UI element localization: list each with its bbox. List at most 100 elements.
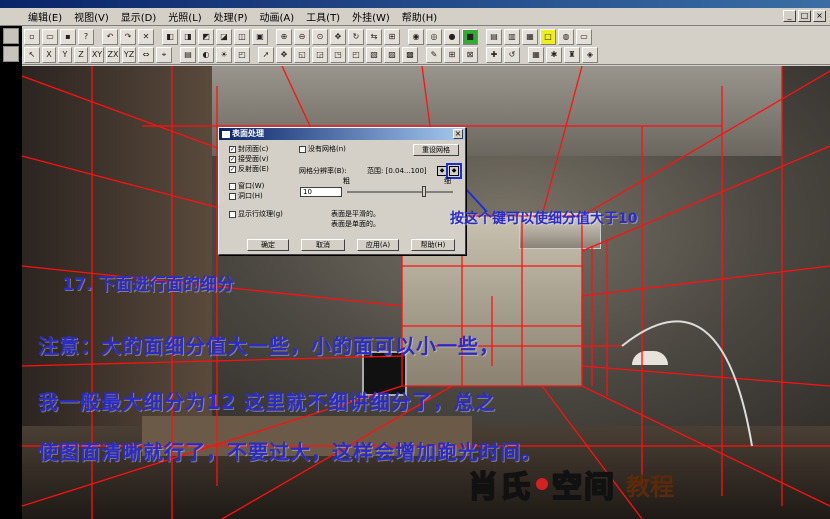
menu-help[interactable]: 帮助(H): [396, 9, 443, 24]
zoom-in-icon[interactable]: ⊕: [276, 28, 292, 45]
hole-option[interactable]: 洞口(H): [229, 191, 263, 201]
checkbox[interactable]: [299, 145, 306, 153]
cube-view4-icon[interactable]: ◪: [216, 28, 232, 45]
axis-z-button[interactable]: Z: [74, 47, 88, 63]
surface3-icon[interactable]: ◳: [330, 47, 346, 63]
menu-animation[interactable]: 动画(A): [254, 9, 301, 24]
undo-icon[interactable]: ↶: [102, 28, 118, 45]
save-icon[interactable]: ▪: [60, 28, 76, 45]
measure-icon[interactable]: ⊠: [462, 47, 478, 63]
surface-icon[interactable]: ◱: [294, 47, 310, 63]
mesh-slider-track[interactable]: [347, 191, 453, 193]
move-icon[interactable]: ✥: [276, 47, 292, 63]
menu-edit[interactable]: 编辑(E): [22, 9, 68, 24]
spin-up-button[interactable]: ◆: [446, 163, 462, 179]
rotate-icon[interactable]: ↺: [504, 47, 520, 63]
cube-view5-icon[interactable]: ◫: [234, 28, 250, 45]
check-icon[interactable]: ✓: [229, 155, 236, 163]
apply-button[interactable]: 应用(A): [357, 239, 399, 251]
cube-view2-icon[interactable]: ◨: [180, 28, 196, 45]
orbit-icon[interactable]: ↻: [348, 28, 364, 45]
subdivide-icon[interactable]: ⊞: [444, 47, 460, 63]
shade2-icon[interactable]: ▥: [504, 28, 520, 45]
open-file-icon[interactable]: ▭: [42, 28, 58, 45]
layer-icon[interactable]: ▤: [180, 47, 196, 63]
zoom-window-icon[interactable]: ⊙: [312, 28, 328, 45]
surface7-icon[interactable]: ▩: [402, 47, 418, 63]
tool-c-icon[interactable]: ♜: [564, 47, 580, 63]
texture-option[interactable]: 显示行纹理(g): [229, 209, 283, 219]
redo-icon[interactable]: ↷: [120, 28, 136, 45]
globe-icon[interactable]: ◍: [558, 28, 574, 45]
tool-a-icon[interactable]: ▦: [528, 47, 544, 63]
pan-icon[interactable]: ✥: [330, 28, 346, 45]
spin-down-button[interactable]: ◆: [437, 166, 447, 176]
delete-icon[interactable]: ✕: [138, 28, 154, 45]
green-cube-icon[interactable]: ■: [462, 28, 478, 45]
checkbox[interactable]: [229, 182, 236, 190]
reset-mesh-button[interactable]: 重设网格: [413, 144, 459, 156]
window-option[interactable]: 窗口(W): [229, 181, 264, 191]
axis-y-button[interactable]: Y: [58, 47, 72, 63]
menu-process[interactable]: 处理(P): [208, 9, 254, 24]
plane-yz-button[interactable]: YZ: [122, 47, 136, 63]
cube-view6-icon[interactable]: ▣: [252, 28, 268, 45]
render-icon[interactable]: ◉: [408, 28, 424, 45]
menu-plugins[interactable]: 外挂(W): [346, 9, 396, 24]
menu-tools[interactable]: 工具(T): [300, 9, 346, 24]
plane-xy-button[interactable]: XY: [90, 47, 104, 63]
help-button[interactable]: 帮助(H): [411, 239, 455, 251]
menu-display[interactable]: 显示(D): [115, 9, 163, 24]
left-tool-icon[interactable]: [3, 46, 19, 62]
help-icon[interactable]: ?: [78, 28, 94, 45]
snap-icon[interactable]: ⌖: [156, 47, 172, 63]
light-icon[interactable]: ☀: [216, 47, 232, 63]
mesh-slider-thumb[interactable]: [422, 186, 426, 197]
walk-icon[interactable]: ⇆: [366, 28, 382, 45]
mesh-value-input[interactable]: 10: [300, 187, 342, 197]
axis-x-button[interactable]: X: [42, 47, 56, 63]
shade-icon[interactable]: ▤: [486, 28, 502, 45]
camera-icon[interactable]: ◰: [234, 47, 250, 63]
check-icon[interactable]: ✓: [229, 165, 236, 173]
plane-zx-button[interactable]: ZX: [106, 47, 120, 63]
surface6-icon[interactable]: ▨: [384, 47, 400, 63]
tool-d-icon[interactable]: ◈: [582, 47, 598, 63]
cube-view-icon[interactable]: ◧: [162, 28, 178, 45]
mirror-icon[interactable]: ⇔: [138, 47, 154, 63]
menu-lighting[interactable]: 光照(L): [162, 9, 207, 24]
no-mesh-option[interactable]: 没有网格(n): [299, 144, 346, 154]
yellow-square-icon[interactable]: □: [540, 28, 556, 45]
receive-surface-option[interactable]: ✓ 接受面(v): [229, 154, 269, 164]
dialog-close-button[interactable]: ×: [453, 129, 463, 139]
material-icon[interactable]: ◐: [198, 47, 214, 63]
menu-view[interactable]: 视图(V): [68, 9, 115, 24]
minimize-button[interactable]: _: [783, 10, 796, 22]
surface4-icon[interactable]: ◰: [348, 47, 364, 63]
render2-icon[interactable]: ◎: [426, 28, 442, 45]
surface5-icon[interactable]: ▧: [366, 47, 382, 63]
left-tool-icon[interactable]: [3, 28, 19, 44]
maximize-button[interactable]: □: [798, 10, 811, 22]
render3-icon[interactable]: ●: [444, 28, 460, 45]
cancel-button[interactable]: 取消: [301, 239, 345, 251]
edit-surface-icon[interactable]: ✎: [426, 47, 442, 63]
zoom-extents-icon[interactable]: ⊞: [384, 28, 400, 45]
tool-b-icon[interactable]: ✱: [546, 47, 562, 63]
checkbox[interactable]: [229, 210, 236, 218]
close-window-button[interactable]: ×: [813, 10, 826, 22]
monitor-icon[interactable]: ▭: [576, 28, 592, 45]
new-file-icon[interactable]: ▫: [24, 28, 40, 45]
select-arrow-icon[interactable]: ↖: [24, 47, 40, 63]
add-vertex-icon[interactable]: ✚: [486, 47, 502, 63]
checkbox[interactable]: [229, 192, 236, 200]
closed-surface-option[interactable]: ✓ 封闭面(c): [229, 144, 268, 154]
check-icon[interactable]: ✓: [229, 145, 236, 153]
reflect-surface-option[interactable]: ✓ 反射面(E): [229, 164, 269, 174]
surface2-icon[interactable]: ◲: [312, 47, 328, 63]
zoom-out-icon[interactable]: ⊖: [294, 28, 310, 45]
cube-view3-icon[interactable]: ◩: [198, 28, 214, 45]
shade3-icon[interactable]: ▦: [522, 28, 538, 45]
ok-button[interactable]: 确定: [247, 239, 289, 251]
pointer-icon[interactable]: ➚: [258, 47, 274, 63]
